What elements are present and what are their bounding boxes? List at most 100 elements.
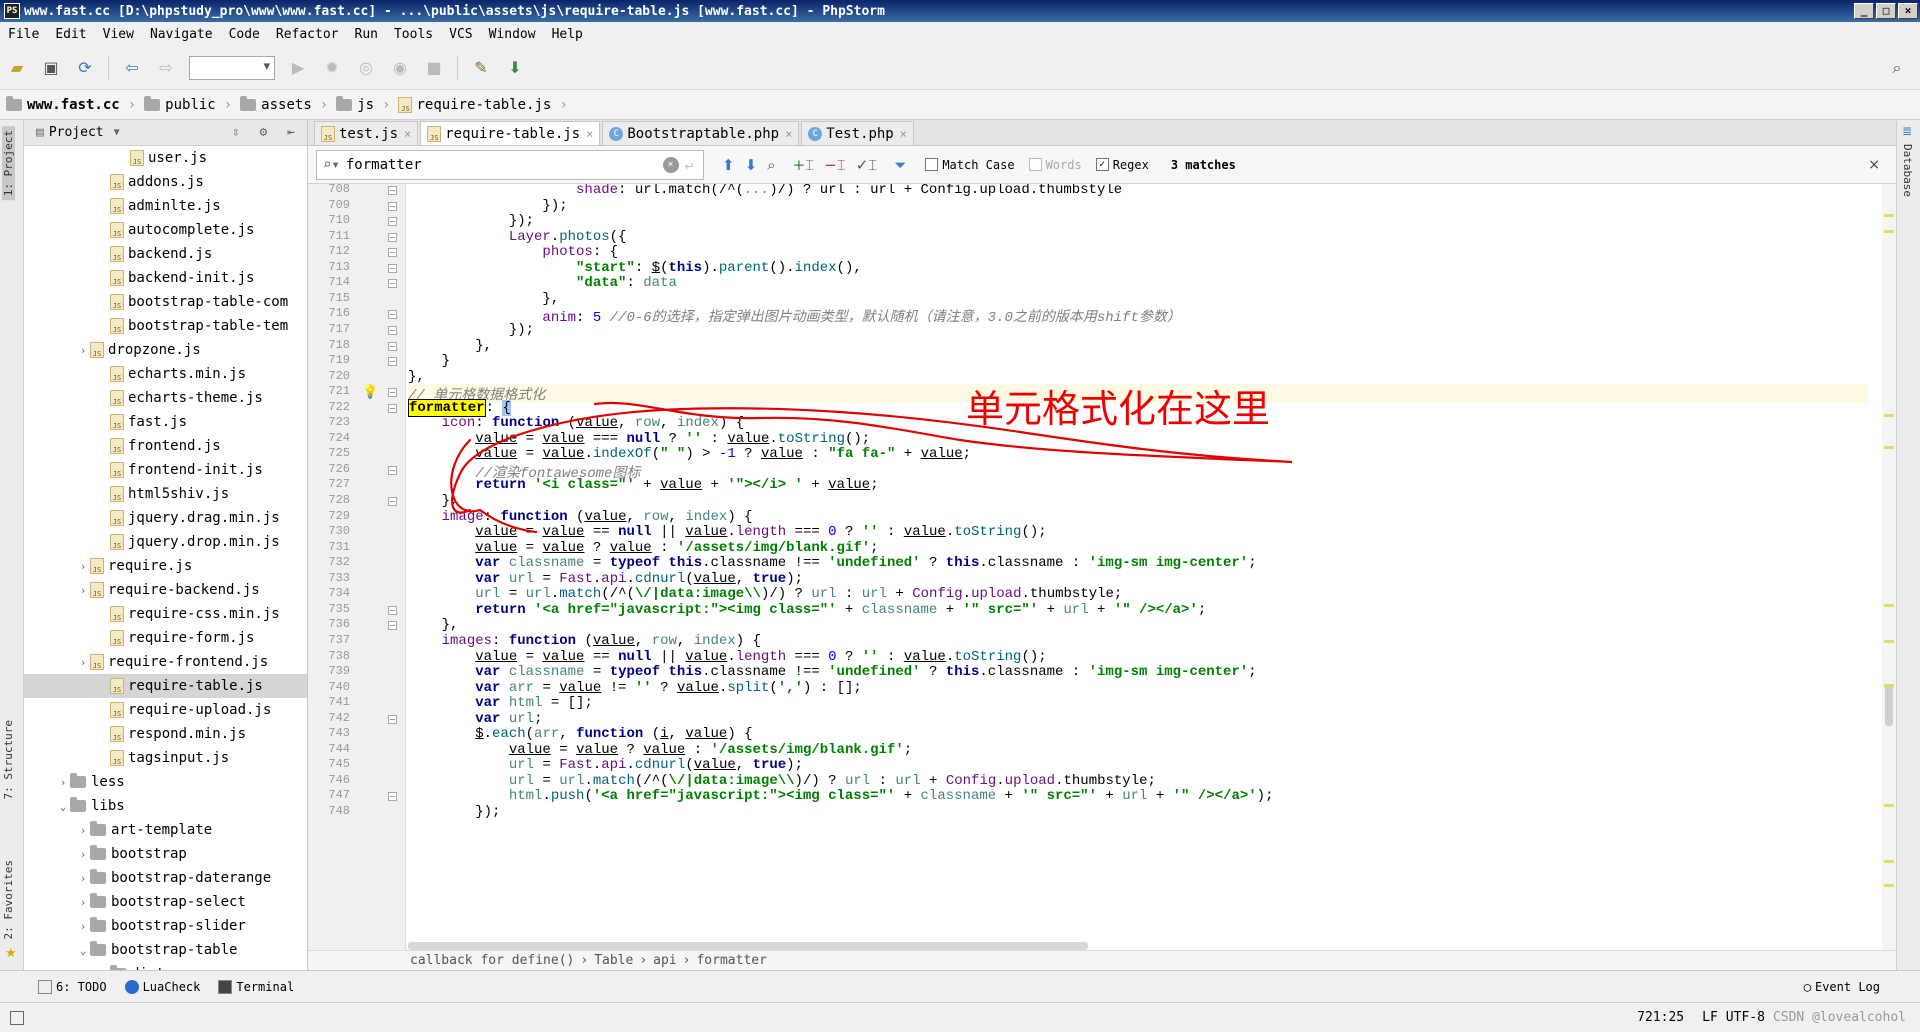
tree-folder[interactable]: ›dist [24,962,307,970]
fold-marker-icon[interactable]: − [388,201,397,211]
tree-file[interactable]: JS backend-init.js [24,266,307,290]
tree-file[interactable]: JS bootstrap-table-tem [24,314,307,338]
words-checkbox[interactable]: Words [1028,158,1082,172]
status-toggle-icon[interactable] [10,1010,24,1025]
previous-occurrence-icon[interactable]: ⬆ [722,156,735,174]
tree-file[interactable]: JS require-table.js [24,674,307,698]
tab-test-php[interactable]: C Test.php × [801,121,914,145]
close-find-bar-icon[interactable]: × [1868,157,1880,173]
scroll-marker[interactable] [1884,446,1894,449]
fold-marker-icon[interactable]: − [388,186,397,195]
code-line[interactable]: return '<a href="javascript:"><img class… [408,602,1206,621]
editor-breadcrumb-item[interactable]: api [653,953,676,968]
tree-file[interactable]: JS jquery.drag.min.js [24,506,307,530]
maximize-button[interactable]: □ [1876,3,1896,19]
clear-search-icon[interactable]: × [662,156,679,173]
tree-folder[interactable]: › bootstrap-select [24,890,307,914]
profile-icon[interactable]: ◉ [387,55,413,81]
chevron-down-icon[interactable]: ⌄ [76,944,90,957]
scroll-marker[interactable] [1884,804,1894,807]
fold-marker-icon[interactable]: − [388,621,397,631]
breadcrumb-public[interactable]: public [138,95,222,113]
tree-file[interactable]: JS tagsinput.js [24,746,307,770]
tree-file[interactable]: JS user.js [24,146,307,170]
tab-bootstraptable-php[interactable]: C Bootstraptable.php × [602,121,800,145]
luacheck-tool-button[interactable]: LuaCheck [124,979,200,994]
fold-marker-icon[interactable]: − [388,263,397,273]
tool-tab-favorites[interactable]: 2: Favorites [2,860,15,939]
fold-marker-icon[interactable]: − [388,605,397,615]
scrollbar-thumb[interactable] [1885,684,1893,726]
fold-marker-icon[interactable]: − [388,497,397,506]
fold-marker-icon[interactable]: − [388,465,397,475]
tree-folder[interactable]: › less [24,770,307,794]
code-editor[interactable]: 708 − 709 − 710 − 711 − 712 − 713 − 714 − 715 716 − 717 − 7… [308,184,1896,950]
menu-refactor[interactable]: Refactor [268,27,347,42]
code-line[interactable]: }); [408,804,500,823]
forward-icon[interactable]: ⇨ [153,55,179,81]
code-line[interactable]: html.push('<a href="javascript:"><img cl… [408,788,1274,807]
code-lines[interactable]: shade: url.match(/^(...)/) ? url : url +… [408,184,1868,950]
code-line[interactable]: return '<i class="' + value + '"></i> ' … [408,477,878,496]
tree-folder[interactable]: ⌄ bootstrap-table [24,938,307,962]
menu-navigate[interactable]: Navigate [142,27,221,42]
fold-marker-icon[interactable]: − [388,248,397,258]
tree-folder[interactable]: › bootstrap-daterange [24,866,307,890]
scroll-marker[interactable] [1884,640,1894,643]
tab-require-table-js[interactable]: JS require-table.js × [420,121,601,145]
close-tab-icon[interactable]: × [785,127,792,141]
breadcrumb-js[interactable]: js [330,95,380,113]
fold-marker-icon[interactable]: − [388,792,397,802]
find-input[interactable]: ⌕▾ formatter × ↵ [316,149,704,180]
lightbulb-icon[interactable]: 💡 [362,385,378,400]
terminal-tool-button[interactable]: Terminal [218,979,294,994]
menu-view[interactable]: View [95,27,142,42]
breadcrumb-file[interactable]: JS require-table.js [392,96,557,113]
coverage-icon[interactable]: ◎ [353,55,379,81]
caret-position[interactable]: 721:25 [1637,1010,1684,1025]
tree-file[interactable]: JS require-css.min.js [24,602,307,626]
tree-file[interactable]: › JS dropzone.js [24,338,307,362]
menu-code[interactable]: Code [221,27,268,42]
chevron-right-icon[interactable]: › [76,824,90,837]
fold-marker-icon[interactable]: − [388,388,397,398]
regex-checkbox[interactable]: ✓ Regex [1095,158,1149,172]
tool-tab-structure[interactable]: 7: Structure [2,720,15,799]
run-configuration-select[interactable] [189,55,275,80]
tool-tab-project[interactable]: 1: Project [2,126,15,201]
debug-icon[interactable]: ✹ [319,55,345,81]
chevron-right-icon[interactable]: › [76,872,90,885]
fold-marker-icon[interactable]: − [388,279,397,289]
tree-file[interactable]: JS adminlte.js [24,194,307,218]
line-separator[interactable]: LF [1702,1010,1718,1025]
open-folder-icon[interactable]: ▰ [4,55,30,81]
tree-file[interactable]: JS addons.js [24,170,307,194]
scroll-marker[interactable] [1884,230,1894,233]
fold-marker-icon[interactable]: − [388,217,397,227]
tree-folder[interactable]: › bootstrap-slider [24,914,307,938]
remove-occurrence-icon[interactable]: −⌶ [824,156,846,174]
breadcrumb-project[interactable]: www.fast.cc [0,95,126,113]
filter-icon[interactable]: ⏷ [894,156,906,174]
tab-test-js[interactable]: JS test.js × [314,121,419,145]
chevron-down-icon[interactable]: ▼ [114,127,120,138]
horizontal-scrollbar-thumb[interactable] [408,942,1088,950]
stop-icon[interactable]: ■ [421,55,447,81]
tree-file[interactable]: › JS require-backend.js [24,578,307,602]
menu-tools[interactable]: Tools [386,27,441,42]
tree-file[interactable]: JS bootstrap-table-com [24,290,307,314]
menu-window[interactable]: Window [481,27,544,42]
tree-file[interactable]: JS html5shiv.js [24,482,307,506]
select-all-occurrences-icon[interactable]: ✓⌶ [856,156,878,174]
minimize-button[interactable]: _ [1854,3,1874,19]
tree-file[interactable]: JS respond.min.js [24,722,307,746]
editor-breadcrumb-item[interactable]: formatter [696,953,766,968]
settings-wrench-icon[interactable]: ✎ [468,55,494,81]
menu-help[interactable]: Help [544,27,591,42]
fold-marker-icon[interactable]: − [388,341,397,351]
tree-file[interactable]: › JS require-frontend.js [24,650,307,674]
fold-marker-icon[interactable]: − [388,357,397,367]
fold-marker-icon[interactable]: − [388,232,397,242]
menu-edit[interactable]: Edit [47,27,94,42]
scroll-marker[interactable] [1884,684,1894,687]
